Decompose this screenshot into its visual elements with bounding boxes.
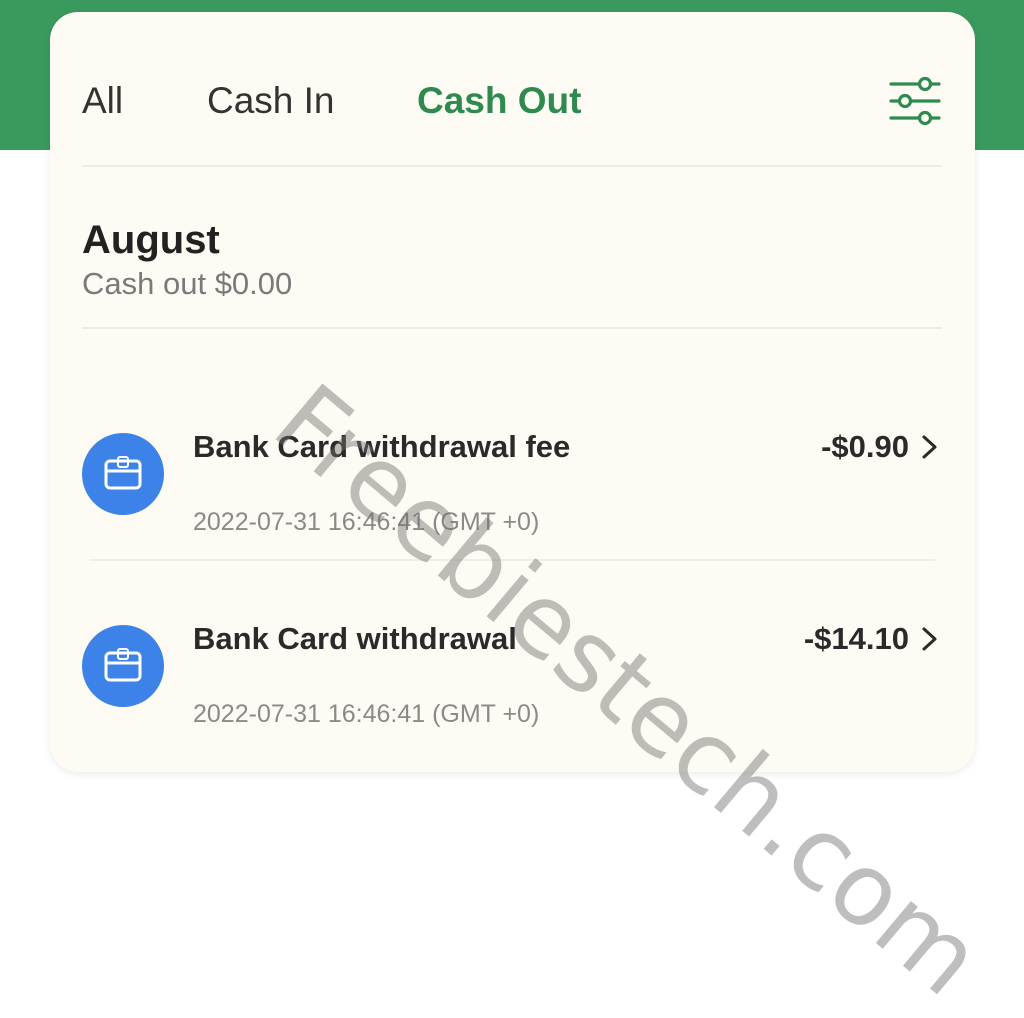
transaction-row[interactable]: Bank Card withdrawal -$14.10 2022-07-31 … [50, 584, 975, 774]
chevron-right-icon [922, 627, 937, 651]
filter-sliders-icon [889, 76, 941, 126]
transaction-time: 2022-07-31 16:46:41 (GMT +0) [193, 700, 540, 728]
bank-card-icon [82, 433, 164, 515]
bank-card-icon [82, 625, 164, 707]
tab-cash-in[interactable]: Cash In [207, 80, 335, 122]
chevron-right-icon [922, 435, 937, 459]
month-summary: Cash out $0.00 [82, 266, 293, 301]
month-title: August [82, 218, 220, 262]
tab-cash-out[interactable]: Cash Out [417, 80, 581, 122]
transaction-title: Bank Card withdrawal [193, 621, 517, 656]
transaction-amount: -$0.90 [821, 429, 909, 464]
transactions-card: All Cash In Cash Out August Cash out $0.… [50, 12, 975, 772]
row-divider [90, 559, 935, 561]
transaction-amount: -$14.10 [803, 621, 909, 656]
month-divider [82, 327, 942, 329]
tab-bar: All Cash In Cash Out [50, 12, 975, 167]
transaction-time: 2022-07-31 16:46:41 (GMT +0) [193, 508, 540, 536]
tab-all[interactable]: All [82, 80, 123, 122]
filter-button[interactable] [888, 74, 942, 128]
tabs-divider [82, 165, 942, 167]
transaction-title: Bank Card withdrawal fee [193, 429, 571, 464]
transaction-row[interactable]: Bank Card withdrawal fee -$0.90 2022-07-… [50, 392, 975, 582]
